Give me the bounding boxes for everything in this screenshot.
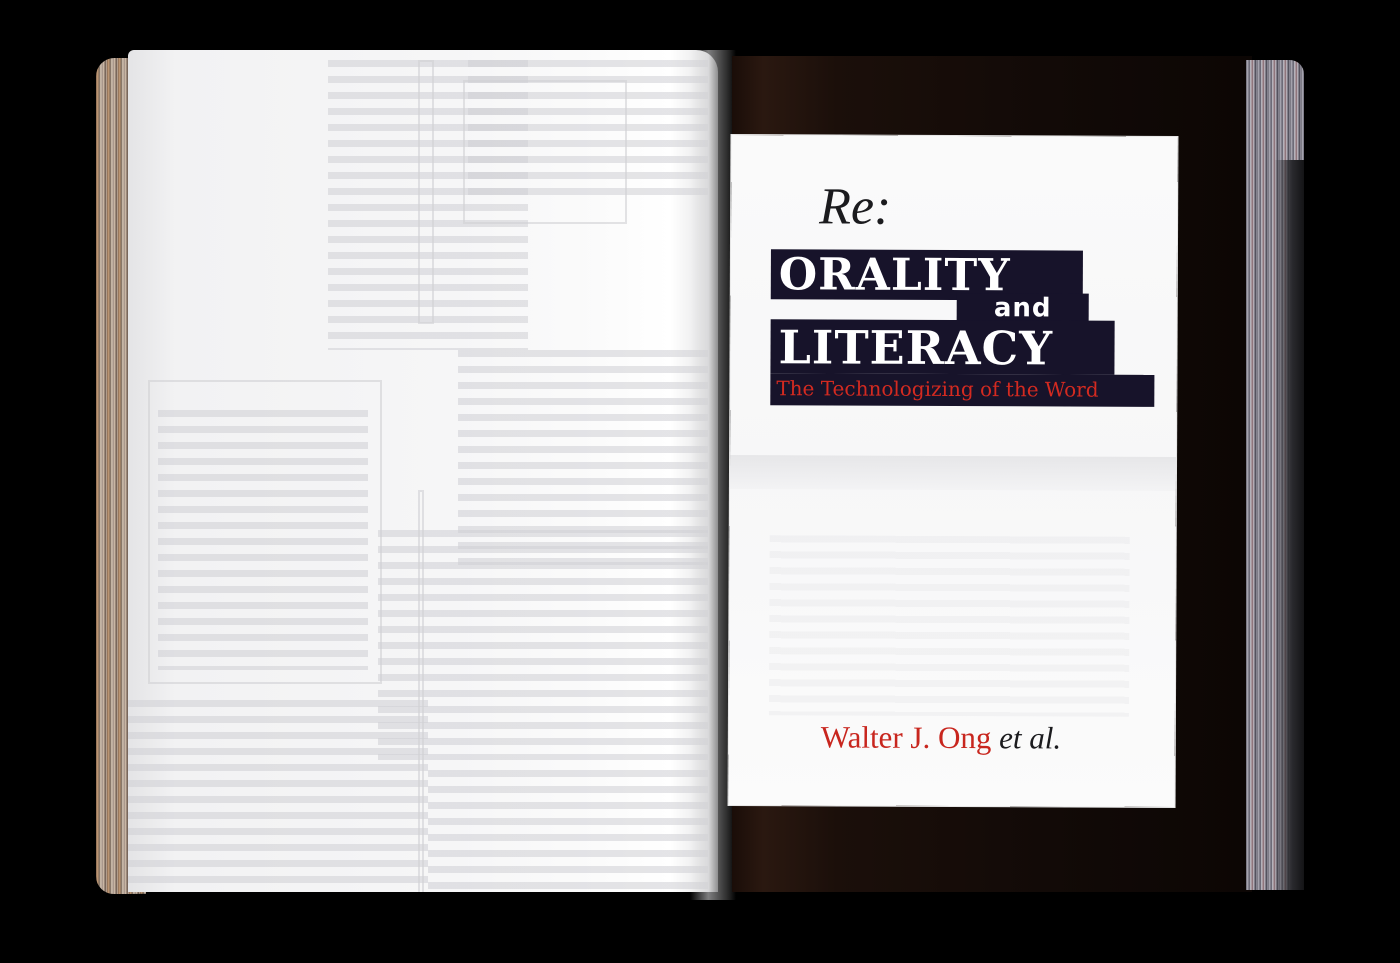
- ghost-frame: [418, 60, 434, 324]
- re-prefix: Re:: [819, 178, 892, 236]
- ghost-rule: [418, 490, 424, 892]
- title-and: and: [956, 293, 1089, 324]
- author-name: Walter J. Ong: [820, 719, 992, 756]
- ghost-frame: [463, 80, 627, 224]
- subtitle: The Technologizing of the Word: [770, 373, 1155, 407]
- left-page: [128, 50, 718, 892]
- ghost-text-block: [128, 700, 428, 890]
- author-suffix: et al.: [999, 720, 1062, 756]
- title-literacy: LITERACY: [770, 319, 1115, 375]
- book-scene: Re: ORALITY and LITERACY The Technologiz…: [0, 0, 1400, 963]
- ghost-text-block: [768, 535, 1130, 717]
- author-line: Walter J. Ong et al.: [821, 719, 1061, 756]
- ghost-text-block: [158, 410, 368, 670]
- ghost-band: [729, 455, 1177, 491]
- right-page-edges: [1246, 60, 1304, 890]
- ghost-text-block: [428, 770, 708, 890]
- booklet-cover: Re: ORALITY and LITERACY The Technologiz…: [728, 135, 1178, 807]
